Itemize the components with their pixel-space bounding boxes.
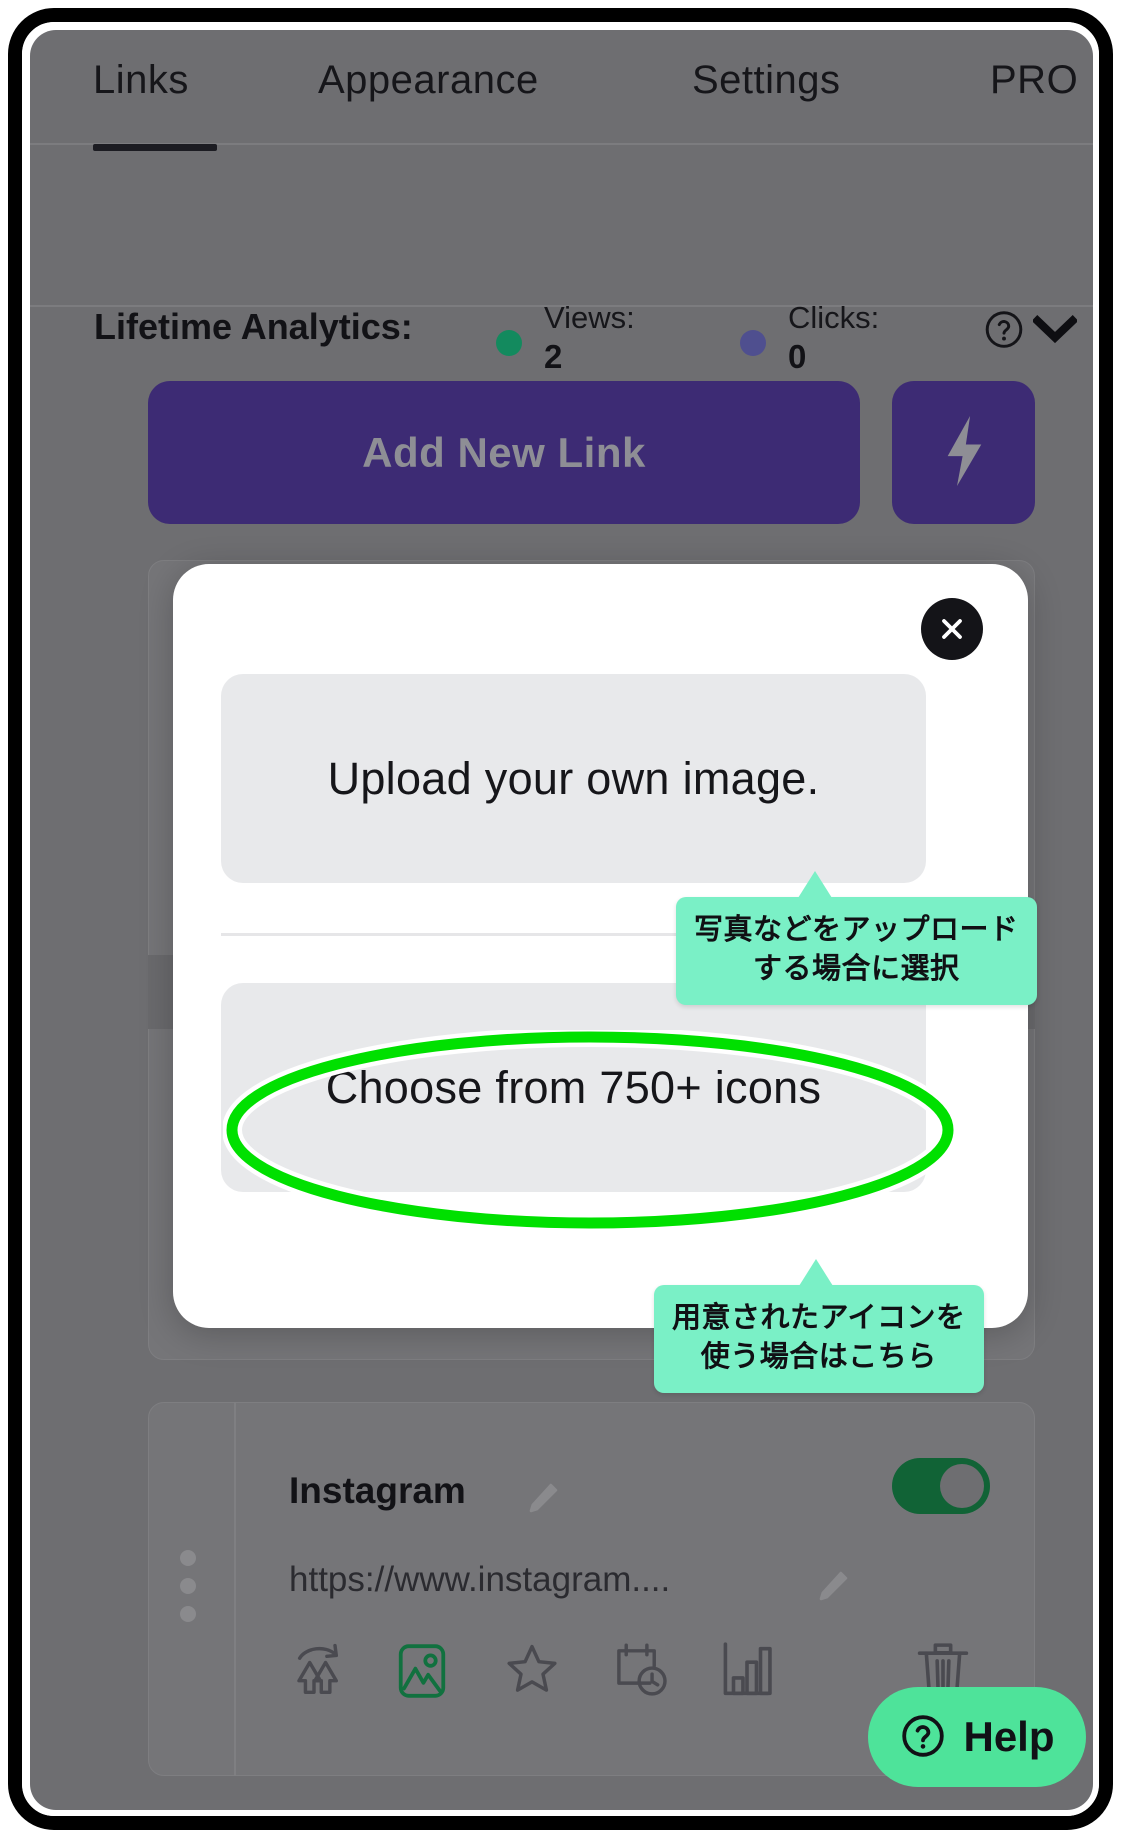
image-icon[interactable] (396, 1640, 456, 1706)
link-url: https://www.instagram.... (289, 1560, 671, 1599)
link-row-divider (234, 1402, 236, 1776)
callout-tail-icon (798, 871, 832, 898)
tab-settings[interactable]: Settings (692, 58, 841, 103)
star-icon[interactable] (504, 1640, 564, 1706)
callout-line: 使う場合はこちら (700, 1341, 937, 1373)
lifetime-analytics-bar: Lifetime Analytics: Views: 2 Clicks: 0 (30, 147, 1093, 375)
upload-own-image-option[interactable]: Upload your own image. (221, 674, 926, 883)
tab-pro[interactable]: PRO (990, 58, 1078, 103)
link-title: Instagram (289, 1470, 466, 1511)
views-value: 2 (544, 338, 563, 375)
icons-option-label: Choose from 750+ icons (325, 1061, 822, 1113)
link-enabled-toggle[interactable] (892, 1458, 990, 1514)
callout-line: 写真などをアップロード (694, 914, 1019, 946)
bar-chart-icon[interactable] (720, 1640, 780, 1706)
views-stat: Views: 2 (544, 299, 635, 377)
callout-line: する場合に選択 (753, 953, 960, 985)
tab-appearance[interactable]: Appearance (318, 58, 539, 103)
callout-line: 用意されたアイコンを (672, 1302, 966, 1334)
choose-from-icons-option[interactable]: Choose from 750+ icons (221, 983, 926, 1192)
help-label: Help (963, 1713, 1055, 1760)
icons-callout-tooltip: 用意されたアイコンを 使う場合はこちら (654, 1259, 984, 1393)
views-dot-icon (496, 330, 522, 356)
close-icon[interactable] (921, 598, 983, 660)
share-arrow-icon[interactable] (292, 1640, 352, 1706)
clicks-value: 0 (788, 338, 807, 375)
calendar-clock-icon[interactable] (612, 1640, 672, 1706)
lightning-bolt-icon (936, 413, 992, 492)
clicks-dot-icon (740, 330, 766, 356)
tab-links[interactable]: Links (93, 58, 189, 103)
quick-add-button[interactable] (892, 381, 1035, 524)
upload-callout-tooltip: 写真などをアップロード する場合に選択 (676, 871, 1037, 1005)
add-new-link-button[interactable]: Add New Link (148, 381, 860, 524)
question-circle-icon (899, 1712, 947, 1763)
device-frame: Links Appearance Settings PRO Lifetime A… (8, 8, 1113, 1830)
pencil-icon[interactable] (525, 1480, 561, 1521)
callout-tail-icon (799, 1259, 833, 1286)
chevron-down-icon[interactable] (1031, 314, 1079, 350)
help-button[interactable]: Help (868, 1687, 1086, 1787)
analytics-label: Lifetime Analytics: (94, 306, 413, 347)
clicks-label: Clicks: (788, 300, 880, 335)
device-screen: Links Appearance Settings PRO Lifetime A… (22, 22, 1099, 1816)
pencil-icon[interactable] (815, 1568, 851, 1609)
upload-option-label: Upload your own image. (327, 752, 820, 804)
app-surface-dimmed: Links Appearance Settings PRO Lifetime A… (30, 30, 1093, 1810)
top-tab-bar: Links Appearance Settings PRO (30, 30, 1093, 151)
views-label: Views: (544, 300, 635, 335)
question-circle-icon[interactable] (983, 309, 1025, 356)
drag-dots-icon[interactable] (180, 1550, 196, 1622)
clicks-stat: Clicks: 0 (788, 299, 879, 377)
